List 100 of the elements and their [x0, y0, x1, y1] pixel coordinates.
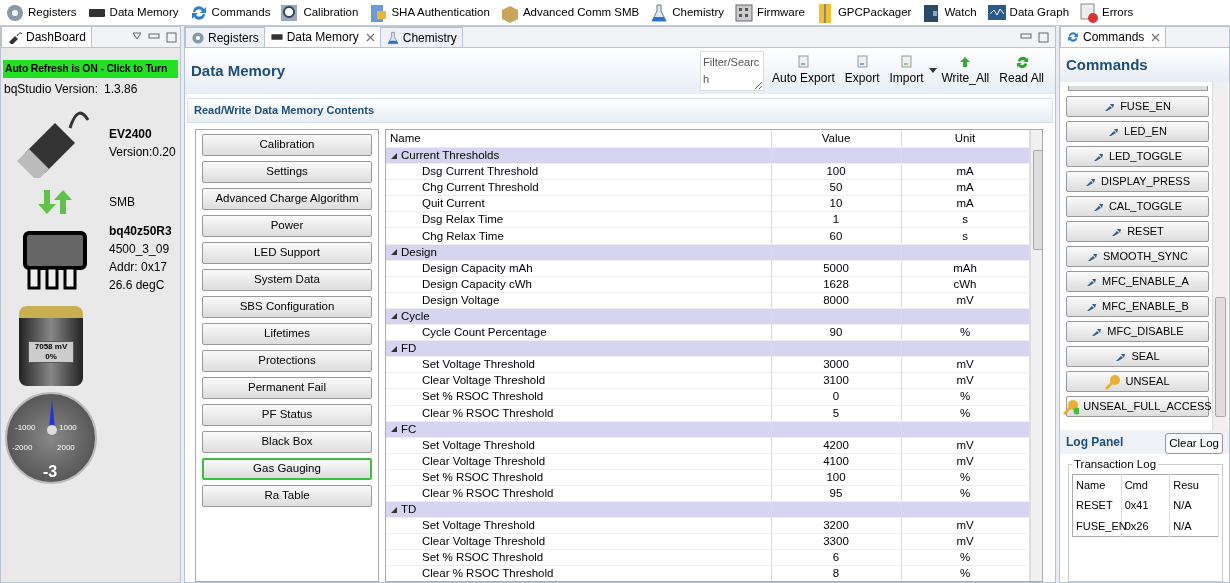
category-button[interactable]: Protections: [202, 349, 372, 372]
category-button[interactable]: SBS Configuration: [202, 295, 372, 318]
toolbar-button[interactable]: Write_All: [936, 55, 995, 87]
category-button[interactable]: LED Support: [202, 241, 372, 264]
category-button[interactable]: Lifetimes: [202, 322, 372, 345]
auto-refresh-toggle[interactable]: Auto Refresh is ON - Click to Turn: [3, 60, 178, 78]
table-cell: Set % RSOC Threshold: [386, 388, 771, 405]
category-button[interactable]: System Data: [202, 268, 372, 291]
toolbar-button[interactable]: Watch: [916, 2, 982, 23]
category-button[interactable]: Power: [202, 214, 372, 237]
column-header[interactable]: Name: [1072, 474, 1122, 495]
category-button[interactable]: Gas Gauging: [202, 457, 372, 480]
command-button[interactable]: LED_EN: [1066, 121, 1209, 142]
clear-log-button[interactable]: Clear Log: [1165, 433, 1223, 455]
toolbar-button[interactable]: Registers: [0, 2, 82, 23]
table-cell: Clear Voltage Threshold: [386, 372, 771, 389]
command-button[interactable]: UNSEAL: [1066, 371, 1209, 392]
toolbar-button[interactable]: SHA Authentication: [363, 2, 495, 23]
table-cell: mV: [901, 437, 1029, 454]
column-header[interactable]: Cmd: [1121, 474, 1170, 495]
table-cell: 3000: [771, 356, 901, 373]
table-cell: Chg Relax Time: [386, 227, 771, 245]
command-button[interactable]: SMOOTH_SYNC: [1066, 246, 1209, 267]
category-button[interactable]: Advanced Charge Algorithm: [202, 187, 372, 210]
panel-title: Commands: [1066, 54, 1148, 75]
toolbar-button[interactable]: Errors: [1074, 2, 1139, 23]
group-label: Transaction Log: [1073, 457, 1158, 473]
toolbar-button[interactable]: Firmware: [728, 2, 810, 23]
toolbar-button[interactable]: Import: [884, 55, 929, 87]
category-button[interactable]: Black Box: [202, 430, 372, 453]
panel-title: Data Memory: [191, 60, 286, 81]
table-cell: 10: [771, 195, 901, 212]
command-button[interactable]: MFC_DISABLE: [1066, 321, 1209, 342]
table-cell: s: [901, 211, 1029, 228]
column-header[interactable]: Unit: [901, 129, 1029, 148]
editor-tab[interactable]: Registers: [185, 27, 265, 47]
gauge-label: 1000: [59, 421, 77, 434]
table-cell: %: [901, 469, 1029, 486]
command-button[interactable]: UNSEAL_FULL_ACCESS: [1066, 396, 1209, 417]
command-button[interactable]: RESET: [1066, 221, 1209, 242]
category-button[interactable]: Ra Table: [202, 484, 372, 507]
table-cell: 90: [771, 324, 901, 341]
table-cell: 1: [771, 211, 901, 228]
editor-tab[interactable]: Chemistry: [379, 27, 463, 47]
column-header[interactable]: Value: [771, 129, 901, 148]
editor-tab[interactable]: Data Memory: [263, 27, 381, 47]
command-button[interactable]: SEAL: [1066, 346, 1209, 367]
toolbar-button[interactable]: Advanced Comm SMB: [494, 2, 645, 23]
category-button[interactable]: PF Status: [202, 403, 372, 426]
table-cell: Set Voltage Threshold: [386, 437, 771, 454]
toolbar-button[interactable]: Read All: [994, 55, 1049, 87]
section-header: Read/Write Data Memory Contents: [187, 98, 1053, 123]
toolbar-button[interactable]: Data Memory: [81, 2, 184, 23]
command-button[interactable]: MFC_ENABLE_A: [1066, 271, 1209, 292]
category-button[interactable]: Settings: [202, 160, 372, 183]
table-cell: 4100: [771, 453, 901, 470]
table-cell: Clear Voltage Threshold: [386, 533, 771, 550]
command-button[interactable]: FUSE_EN: [1066, 96, 1209, 117]
table-cell: 5: [771, 405, 901, 422]
table-cell: 8000: [771, 292, 901, 309]
command-button[interactable]: DISPLAY_PRESS: [1066, 171, 1209, 192]
table-cell: mV: [901, 356, 1029, 373]
group-name: FC: [401, 421, 417, 437]
toolbar-button[interactable]: GPCPackager: [809, 2, 917, 23]
table-cell: Design Voltage: [386, 292, 771, 309]
device-address: Addr: 0x17: [109, 258, 169, 276]
toolbar-button[interactable]: Data Graph: [981, 2, 1075, 23]
table-cell: mV: [901, 292, 1029, 309]
battery-voltage: 7058 mV: [34, 341, 68, 352]
table-cell: 6: [771, 549, 901, 566]
table-cell: %: [901, 549, 1029, 566]
commands-tab[interactable]: Commands: [1060, 27, 1167, 47]
table-cell: Set Voltage Threshold: [386, 517, 771, 534]
command-button[interactable]: CAL_TOGGLE: [1066, 196, 1209, 217]
column-header[interactable]: Resu: [1169, 474, 1219, 495]
table-cell: 0x41: [1121, 495, 1170, 516]
toolbar-button[interactable]: Commands: [183, 2, 276, 23]
column-header[interactable]: Name: [386, 129, 771, 148]
table-cell: mA: [901, 179, 1029, 196]
table-cell: cWh: [901, 276, 1029, 293]
search-field[interactable]: Filter/Search: [700, 51, 765, 91]
table-cell: Set % RSOC Threshold: [386, 549, 771, 566]
device-name: bq40z50R3: [109, 222, 172, 240]
group-name: Cycle: [401, 309, 430, 324]
toolbar-button[interactable]: Export: [839, 55, 885, 87]
toolbar-button[interactable]: Calibration: [275, 2, 364, 23]
category-button[interactable]: Calibration: [202, 133, 372, 156]
command-button[interactable]: MFC_ENABLE_B: [1066, 296, 1209, 317]
command-button[interactable]: LED_TOGGLE: [1066, 146, 1209, 167]
dashboard-tab[interactable]: DashBoard: [1, 27, 93, 47]
table-cell: 4200: [771, 437, 901, 454]
category-button[interactable]: Permanent Fail: [202, 376, 372, 399]
table-cell: mV: [901, 533, 1029, 550]
toolbar-button[interactable]: Chemistry: [644, 2, 729, 23]
table-cell: 3100: [771, 372, 901, 389]
gauge-label: -2000: [12, 441, 33, 454]
gauge-reading: -3: [43, 461, 58, 482]
toolbar-button[interactable]: Auto Export: [767, 55, 840, 87]
table-cell: Clear Voltage Threshold: [386, 453, 771, 470]
version-value: 1.3.86: [104, 80, 138, 98]
